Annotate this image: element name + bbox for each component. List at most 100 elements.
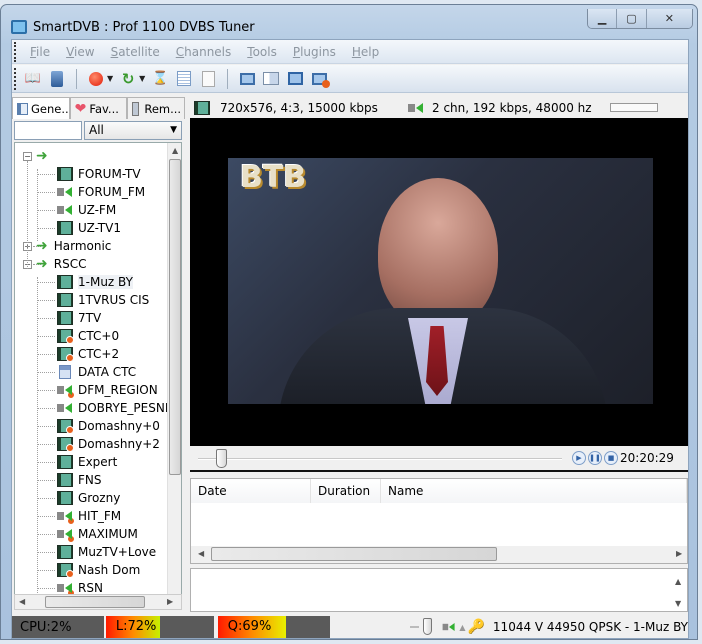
channel-item[interactable]: 7TV [57, 309, 101, 327]
tree-item-label: DATA CTC [78, 365, 137, 379]
channel-item[interactable]: CTC+0 [57, 327, 119, 345]
channel-item[interactable]: Domashny+0 [57, 417, 160, 435]
tree-vertical-scrollbar[interactable]: ▲ ▼ [167, 143, 181, 609]
channel-item[interactable]: Expert [57, 453, 117, 471]
pause-button[interactable]: ❚❚ [588, 451, 602, 465]
refresh-icon[interactable]: ↻ [119, 70, 137, 88]
column-date[interactable]: Date [191, 479, 311, 503]
record-icon[interactable] [87, 70, 105, 88]
channel-item[interactable]: Grozny [57, 489, 120, 507]
tv-channel-icon [57, 419, 74, 434]
tree-item-label: UZ-FM [78, 203, 117, 217]
radio-channel-icon [57, 527, 75, 543]
encrypted-badge-icon [67, 391, 75, 399]
channel-item[interactable]: Domashny+2 [57, 435, 160, 453]
tree-item-label: DOBRYE_PESNI [78, 401, 169, 415]
document-icon[interactable] [199, 70, 217, 88]
data-channel-icon [59, 365, 71, 379]
channel-item[interactable]: HIT_FM [57, 507, 121, 525]
refresh-dropdown-icon[interactable]: ▼ [139, 74, 145, 83]
play-button[interactable]: ▶ [572, 451, 586, 465]
scroll-up-icon[interactable]: ▲ [172, 146, 178, 155]
select-value: All [89, 123, 104, 137]
channel-type-select[interactable]: All ▼ [84, 121, 182, 140]
radio-channel-icon [57, 203, 73, 217]
list-horizontal-scrollbar[interactable]: ◀ ▶ [191, 546, 687, 563]
book-icon[interactable]: 📖 [24, 70, 42, 88]
channel-item[interactable]: FNS [57, 471, 102, 489]
tree-connector [37, 210, 55, 211]
menu-help[interactable]: Help [352, 45, 379, 59]
column-name[interactable]: Name [381, 479, 687, 503]
scroll-right-icon[interactable]: ▶ [676, 549, 682, 558]
list-icon[interactable] [175, 70, 193, 88]
menu-channels[interactable]: Channels [176, 45, 232, 59]
minimize-button[interactable]: ▁ [588, 9, 618, 28]
video-display[interactable]: BTB [190, 118, 688, 446]
hourglass-icon[interactable]: ⌛ [151, 70, 169, 88]
menu-file[interactable]: File [30, 45, 50, 59]
scroll-thumb[interactable] [169, 159, 181, 475]
transponder-info: 11044 V 44950 QPSK - 1-Muz BY [492, 620, 688, 634]
volume-thumb[interactable] [423, 618, 433, 635]
tablet-icon[interactable] [48, 70, 66, 88]
seek-thumb[interactable] [216, 449, 228, 468]
collapse-icon[interactable]: − [23, 151, 32, 161]
tv-channel-icon [57, 473, 73, 487]
menu-plugins[interactable]: Plugins [293, 45, 336, 59]
channel-item[interactable]: DFM_REGION [57, 381, 158, 399]
volume-slider[interactable] [329, 616, 570, 638]
scroll-thumb[interactable] [45, 596, 145, 608]
menu-grip[interactable] [14, 42, 16, 62]
channel-item[interactable]: MAXIMUM [57, 525, 138, 543]
tree-horizontal-scrollbar[interactable]: ◀ ▶ [14, 594, 182, 610]
channel-item[interactable]: FORUM-TV [57, 165, 141, 183]
monitor-icon[interactable] [238, 70, 256, 88]
encrypted-badge-icon [66, 444, 74, 452]
channel-item[interactable]: 1TVRUS CIS [57, 291, 149, 309]
scroll-down-icon[interactable]: ▼ [675, 599, 681, 608]
scroll-up-icon[interactable]: ▲ [675, 577, 681, 586]
channel-item[interactable]: DATA CTC [57, 363, 136, 381]
menu-tools[interactable]: Tools [247, 45, 277, 59]
window-icon[interactable] [286, 70, 304, 88]
column-duration[interactable]: Duration [311, 479, 381, 503]
scroll-thumb[interactable] [211, 547, 497, 561]
scroll-right-icon[interactable]: ▶ [167, 597, 173, 606]
window-icon [17, 102, 28, 115]
tab-general[interactable]: Gene... [12, 97, 70, 119]
channel-filter-input[interactable] [14, 121, 82, 140]
tab-remote[interactable]: Rem... [127, 97, 186, 119]
channel-item[interactable]: MuzTV+Love [57, 543, 156, 561]
seek-track[interactable] [198, 458, 562, 460]
maximize-button[interactable]: ▢ [617, 9, 647, 28]
scroll-left-icon[interactable]: ◀ [198, 549, 204, 558]
menu-bar: File View Satellite Channels Tools Plugi… [12, 40, 688, 64]
menu-view[interactable]: View [66, 45, 94, 59]
tree-group[interactable]: − ➜ RSCC [23, 255, 86, 273]
channel-item[interactable]: CTC+2 [57, 345, 119, 363]
scroll-left-icon[interactable]: ◀ [19, 597, 25, 606]
channel-item[interactable]: DOBRYE_PESNI [57, 399, 168, 417]
channel-item[interactable]: 1-Muz BY [57, 273, 133, 291]
tv-channel-icon [57, 329, 74, 344]
close-button[interactable]: ✕ [646, 9, 692, 28]
app-window: SmartDVB : Prof 1100 DVBS Tuner ▁ ▢ ✕ Fi… [0, 4, 698, 640]
chevron-up-icon[interactable]: ▲ [459, 623, 465, 632]
stop-button[interactable]: ■ [604, 451, 618, 465]
tab-favorites[interactable]: ❤ Fav... [69, 97, 128, 119]
menu-satellite[interactable]: Satellite [111, 45, 160, 59]
channel-item[interactable]: UZ-TV1 [57, 219, 121, 237]
channel-item[interactable]: FORUM_FM [57, 183, 145, 201]
tree-connector [37, 372, 55, 373]
toolbar-grip[interactable] [14, 68, 16, 90]
tab-label: Fav... [89, 101, 119, 116]
layout-icon[interactable] [262, 70, 280, 88]
monitor-record-icon[interactable] [310, 70, 330, 88]
tree-connector [37, 426, 55, 427]
channel-item[interactable]: Nash Dom [57, 561, 140, 579]
record-dropdown-icon[interactable]: ▼ [107, 74, 113, 83]
log-textarea[interactable]: ▲ ▼ [190, 568, 688, 612]
speaker-muted-icon[interactable] [442, 621, 456, 632]
channel-item[interactable]: UZ-FM [57, 201, 116, 219]
